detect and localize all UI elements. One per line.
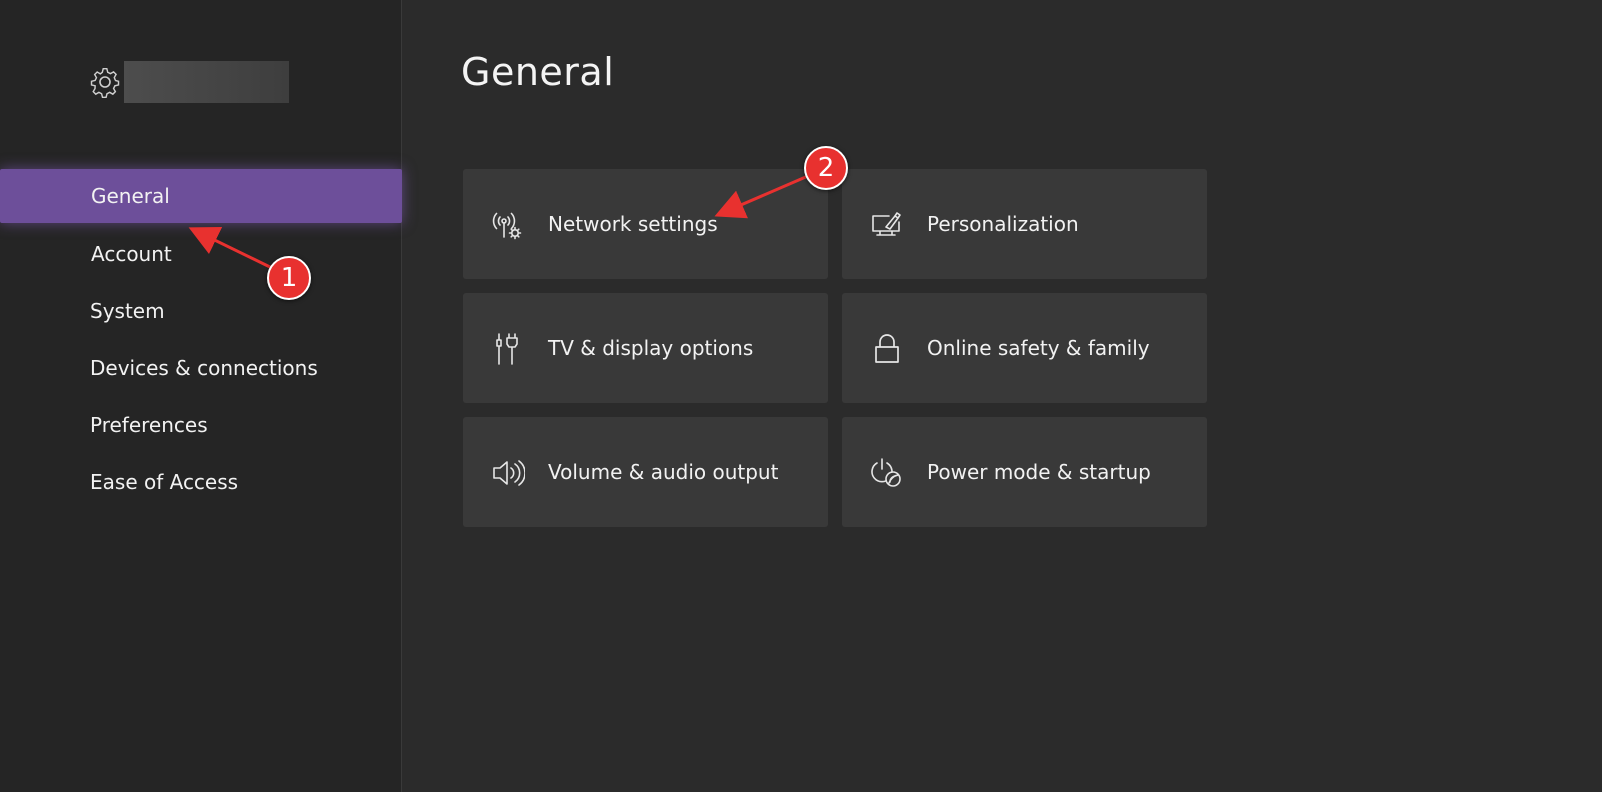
sidebar-item-label: Ease of Access (90, 470, 239, 494)
tile-personalization[interactable]: Personalization (842, 169, 1207, 279)
sidebar-item-label: Preferences (90, 413, 208, 437)
monitor-brush-icon (872, 212, 901, 236)
tile-label: TV & display options (548, 336, 754, 360)
profile-name-redacted (124, 61, 289, 103)
sidebar-item-preferences[interactable]: Preferences (0, 398, 402, 452)
sidebar-item-label: Devices & connections (90, 356, 318, 380)
annotation-marker-2: 2 (804, 146, 848, 190)
sidebar-item-label: Account (91, 242, 172, 266)
speaker-icon (493, 460, 525, 486)
page-title: General (461, 50, 615, 94)
tile-label: Online safety & family (927, 336, 1150, 360)
tile-volume-audio-output[interactable]: Volume & audio output (463, 417, 828, 527)
sidebar: General Account System Devices & connect… (0, 0, 402, 792)
sidebar-item-general[interactable]: General (0, 169, 402, 223)
tile-label: Volume & audio output (548, 460, 779, 484)
tile-network-settings[interactable]: Network settings (463, 169, 828, 279)
tile-label: Network settings (548, 212, 718, 236)
annotation-marker-1: 1 (267, 256, 311, 300)
cable-plug-icon (496, 333, 518, 365)
settings-gear-icon (90, 67, 120, 98)
sidebar-item-label: System (90, 299, 165, 323)
power-leaf-icon (871, 458, 901, 487)
sidebar-item-ease-of-access[interactable]: Ease of Access (0, 455, 402, 509)
tile-label: Power mode & startup (927, 460, 1151, 484)
sidebar-item-system[interactable]: System (0, 284, 402, 338)
tile-power-mode-startup[interactable]: Power mode & startup (842, 417, 1207, 527)
lock-icon (875, 334, 899, 363)
tile-label: Personalization (927, 212, 1079, 236)
tile-tv-display-options[interactable]: TV & display options (463, 293, 828, 403)
sidebar-item-account[interactable]: Account (0, 227, 402, 281)
sidebar-item-devices-connections[interactable]: Devices & connections (0, 341, 402, 395)
tile-online-safety-family[interactable]: Online safety & family (842, 293, 1207, 403)
network-gear-icon (492, 212, 522, 240)
sidebar-item-label: General (91, 184, 170, 208)
